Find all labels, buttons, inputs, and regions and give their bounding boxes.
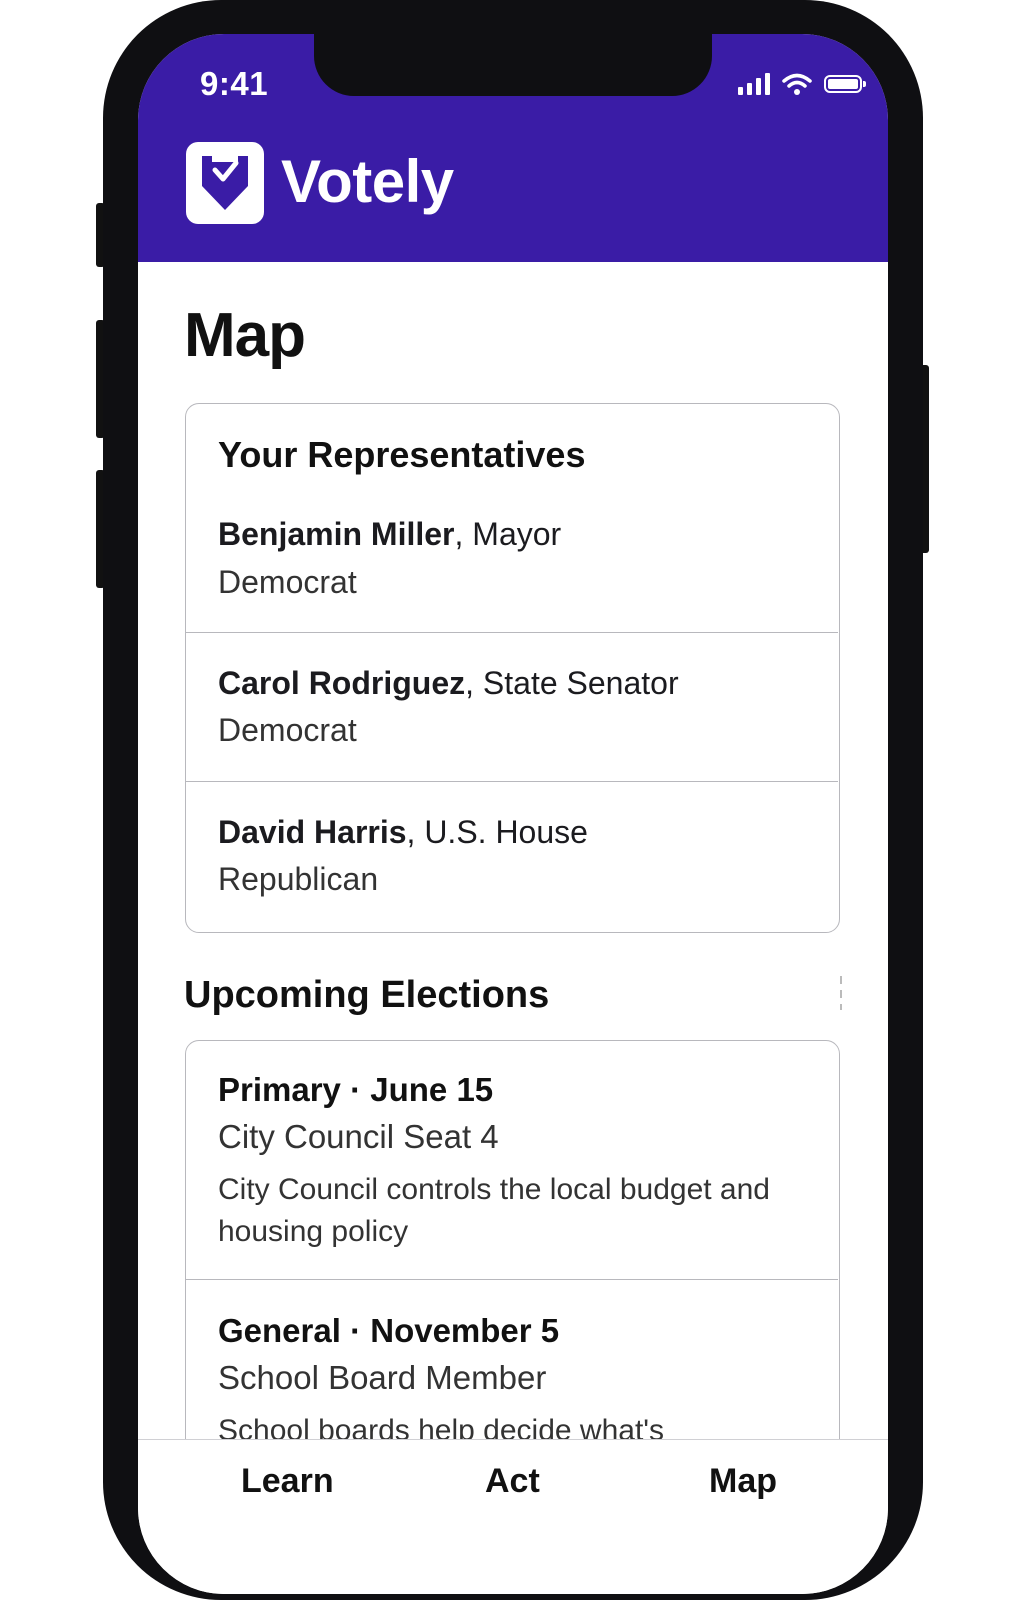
tab-learn[interactable]: Learn — [241, 1462, 334, 1501]
representative-name-office: Benjamin Miller, Mayor — [218, 516, 562, 552]
election-office: City Council Seat 4 — [218, 1118, 499, 1155]
representatives-card: Your Representatives Benjamin Miller, Ma… — [185, 403, 840, 933]
tab-bar: Learn Act Map — [138, 1439, 888, 1594]
elections-section-title: Upcoming Elections — [184, 974, 550, 1016]
status-time: 9:41 — [200, 65, 269, 102]
election-type: Primary — [218, 1071, 341, 1108]
representative-party: Democrat — [218, 712, 357, 748]
representative-name: Carol Rodriguez — [218, 665, 466, 701]
election-type: General — [218, 1312, 341, 1349]
election-description: City Council controls the local budget a… — [218, 1173, 770, 1248]
election-date: November 5 — [370, 1312, 560, 1349]
election-date: June 15 — [370, 1071, 494, 1108]
app-header: 9:41 Votely — [138, 34, 888, 262]
representative-row[interactable]: Benjamin Miller, Mayor Democrat — [186, 404, 838, 632]
representative-party: Republican — [218, 861, 379, 897]
representative-name-office: David Harris, U.S. House — [218, 814, 588, 850]
phone-screen: 9:41 Votely Map Your Representatives Ben… — [138, 34, 888, 1594]
page-title: Map — [184, 301, 306, 370]
representative-office: U.S. House — [424, 814, 588, 850]
representative-row[interactable]: David Harris, U.S. House Republican — [186, 781, 838, 932]
representative-name: David Harris — [218, 814, 407, 850]
status-icons — [738, 72, 866, 96]
tab-act[interactable]: Act — [485, 1462, 540, 1501]
election-type-date: General · November 5 — [218, 1312, 560, 1349]
tab-map[interactable]: Map — [709, 1462, 777, 1501]
election-office: School Board Member — [218, 1359, 547, 1396]
battery-icon — [824, 75, 866, 93]
representative-name-office: Carol Rodriguez, State Senator — [218, 665, 679, 701]
representative-row[interactable]: Carol Rodriguez, State Senator Democrat — [186, 632, 838, 782]
representative-name: Benjamin Miller — [218, 516, 455, 552]
election-type-date: Primary · June 15 — [218, 1071, 494, 1108]
votely-logo-icon — [186, 142, 264, 224]
election-item[interactable]: Primary · June 15 City Council Seat 4 Ci… — [186, 1041, 838, 1279]
representative-office: State Senator — [482, 665, 679, 701]
cellular-signal-icon — [738, 73, 770, 95]
wifi-icon — [782, 73, 812, 95]
notch — [314, 34, 712, 96]
app-name: Votely — [281, 148, 454, 215]
scroll-indicator — [840, 976, 842, 1010]
representative-office: Mayor — [472, 516, 562, 552]
representative-party: Democrat — [218, 564, 357, 600]
